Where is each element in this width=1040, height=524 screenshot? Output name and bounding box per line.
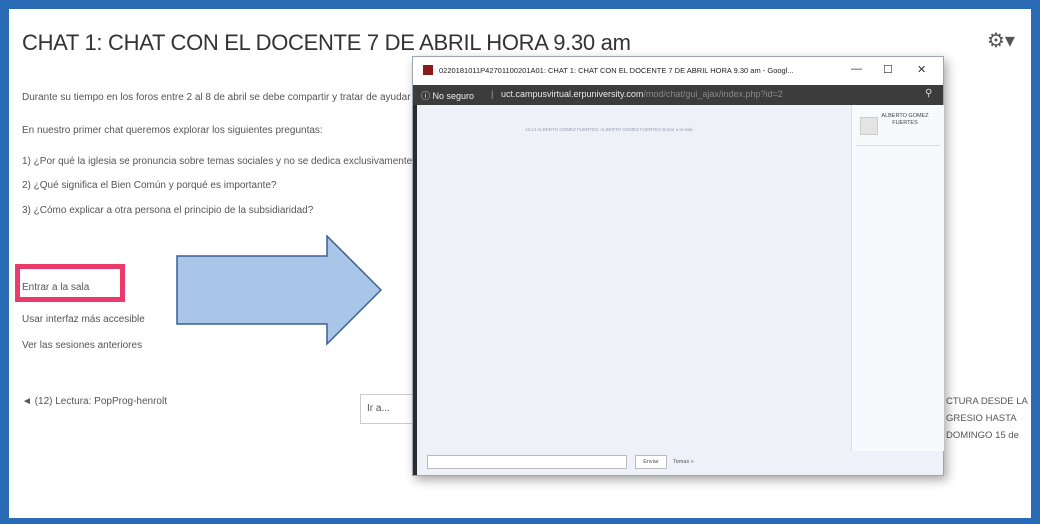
intro-paragraph: Durante su tiempo en los foros entre 2 a… — [22, 92, 425, 103]
address-separator: | — [491, 89, 494, 99]
chat-input-bar: Enviar Temas » — [417, 451, 943, 475]
minimize-button[interactable]: — — [851, 63, 862, 75]
popup-titlebar[interactable]: 0220181011P42701100201A01: CHAT 1: CHAT … — [413, 57, 943, 86]
past-sessions-link[interactable]: Ver las sesiones anteriores — [22, 340, 142, 351]
close-button[interactable]: ✕ — [917, 63, 926, 76]
arrow-right-icon — [176, 234, 383, 346]
url-domain: uct.campusvirtual.erpuniversity.com — [501, 89, 644, 99]
favicon-icon — [423, 65, 433, 75]
avatar — [860, 117, 878, 135]
url-path: /mod/chat/gui_ajax/index.php?id=2 — [643, 89, 783, 99]
questions-intro: En nuestro primer chat queremos explorar… — [22, 125, 323, 136]
message-input[interactable] — [427, 455, 627, 469]
address-url[interactable]: uct.campusvirtual.erpuniversity.com/mod/… — [501, 89, 783, 99]
maximize-button[interactable]: ☐ — [883, 63, 893, 76]
enter-room-link[interactable]: Entrar a la sala — [22, 282, 89, 293]
chat-messages-area: 12:14 ALBERTO GOMEZ FUERTES: ALBERTO GOM… — [417, 105, 851, 451]
search-icon[interactable]: ⚲ — [925, 88, 932, 99]
chat-message: 12:14 ALBERTO GOMEZ FUERTES: ALBERTO GOM… — [525, 127, 693, 132]
question-3: 3) ¿Cómo explicar a otra persona el prin… — [22, 205, 314, 216]
right-text-line-3: DOMINGO 15 de — [946, 430, 1019, 441]
themes-link[interactable]: Temas » — [673, 459, 694, 465]
previous-activity-link[interactable]: ◄ (12) Lectura: PopProg-henrolt — [22, 396, 167, 407]
page-title: CHAT 1: CHAT CON EL DOCENTE 7 DE ABRIL H… — [22, 30, 631, 55]
address-bar[interactable]: ⓘ No seguro | uct.campusvirtual.erpunive… — [413, 85, 943, 105]
accessible-interface-link[interactable]: Usar interfaz más accesible — [22, 314, 145, 325]
jump-to-select[interactable]: Ir a... — [360, 394, 420, 424]
send-button[interactable]: Enviar — [635, 455, 667, 469]
chat-popup-window: 0220181011P42701100201A01: CHAT 1: CHAT … — [412, 56, 944, 476]
popup-window-title: 0220181011P42701100201A01: CHAT 1: CHAT … — [439, 66, 794, 75]
question-1: 1) ¿Por qué la iglesia se pronuncia sobr… — [22, 156, 432, 167]
users-panel: ALBERTO GOMEZ FUERTES — [851, 105, 944, 451]
security-indicator[interactable]: ⓘ No seguro — [421, 89, 474, 102]
question-2: 2) ¿Qué significa el Bien Común y porqué… — [22, 180, 277, 191]
right-text-line-1: CTURA DESDE LA — [946, 396, 1028, 407]
gear-icon[interactable]: ⚙▾ — [987, 28, 1015, 53]
user-list-item[interactable]: ALBERTO GOMEZ FUERTES — [856, 113, 940, 146]
right-text-line-2: GRESIO HASTA — [946, 413, 1017, 424]
user-name: ALBERTO GOMEZ FUERTES — [881, 113, 929, 126]
